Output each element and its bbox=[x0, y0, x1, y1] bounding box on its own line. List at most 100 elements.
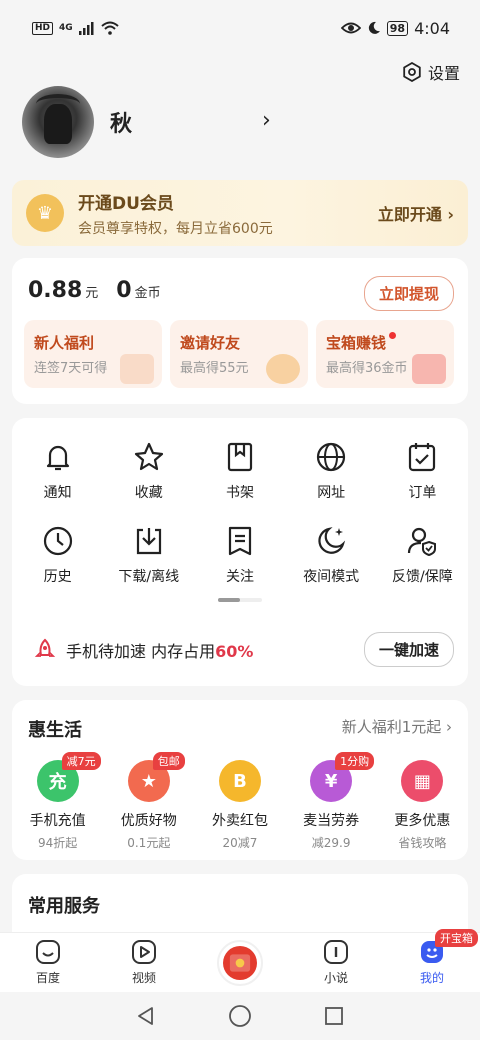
avatar[interactable] bbox=[22, 86, 94, 158]
vip-banner[interactable]: ♛ 开通DU会员 会员尊享特权，每月立省600元 立即开通 › bbox=[12, 180, 468, 246]
memory-usage: 60% bbox=[215, 641, 254, 661]
deal-name: 外卖红包 bbox=[211, 813, 268, 829]
gear-icon bbox=[403, 62, 421, 82]
calendar-icon bbox=[120, 354, 154, 384]
home-icon[interactable] bbox=[228, 1004, 252, 1028]
eye-icon bbox=[340, 22, 361, 34]
deal-takeout-coupon[interactable]: B 外卖红包 20减7 bbox=[196, 760, 284, 851]
moon-status-icon bbox=[368, 21, 380, 34]
status-bar: HD 4G 98 4:04 bbox=[0, 0, 480, 56]
tab-label: 百度 bbox=[35, 971, 60, 985]
feature-label: 收藏 bbox=[134, 485, 163, 501]
grid-apps-icon: ▦ bbox=[401, 760, 444, 802]
deal-desc: 20减7 bbox=[222, 836, 258, 850]
feature-favorites[interactable]: 收藏 bbox=[103, 440, 194, 502]
feature-night-mode[interactable]: 夜间模式 bbox=[286, 524, 377, 586]
wifi-icon bbox=[101, 21, 119, 35]
feature-downloads[interactable]: 下载/离线 bbox=[103, 524, 194, 586]
tile-treasure-box[interactable]: 宝箱赚钱 最高得36金币 bbox=[316, 320, 454, 388]
feature-bookshelf[interactable]: 书架 bbox=[194, 440, 285, 502]
bell-icon bbox=[46, 445, 69, 471]
boost-button[interactable]: 一键加速 bbox=[363, 632, 454, 667]
gold-unit: 金币 bbox=[134, 286, 161, 301]
feature-notifications[interactable]: 通知 bbox=[12, 440, 103, 502]
feature-urls[interactable]: 网址 bbox=[286, 440, 377, 502]
system-nav-bar bbox=[0, 992, 480, 1040]
clock: 4:04 bbox=[414, 18, 450, 38]
deal-desc: 0.1元起 bbox=[127, 836, 171, 850]
deal-desc: 94折起 bbox=[37, 836, 78, 850]
settings-label: 设置 bbox=[427, 64, 460, 83]
deal-desc: 省钱攻略 bbox=[398, 836, 447, 850]
bottom-tab-bar: 百度 视频 小说 我的 开宝箱 bbox=[0, 929, 480, 992]
chevron-right-icon[interactable]: › bbox=[262, 108, 271, 133]
document-list-icon bbox=[228, 526, 252, 556]
boost-message: 手机待加速 内存占用 bbox=[66, 641, 216, 661]
section-title: 惠生活 bbox=[28, 720, 82, 741]
deal-name: 更多优惠 bbox=[394, 813, 451, 829]
deal-more-offers[interactable]: ▦ 更多优惠 省钱攻略 bbox=[378, 760, 466, 851]
cash-unit: 元 bbox=[85, 286, 99, 301]
book-icon bbox=[324, 940, 348, 964]
feature-label: 书架 bbox=[225, 485, 254, 501]
tile-newbie-welfare[interactable]: 新人福利 连签7天可得 bbox=[24, 320, 162, 388]
tile-title: 新人福利 bbox=[34, 334, 95, 352]
feature-label: 夜间模式 bbox=[303, 569, 360, 585]
deal-name: 手机充值 bbox=[29, 813, 86, 829]
gold-balance[interactable]: 0 bbox=[116, 278, 131, 303]
clipboard-check-icon bbox=[409, 443, 436, 472]
tab-mine[interactable]: 我的 开宝箱 bbox=[397, 929, 478, 986]
deal-phone-recharge[interactable]: 充 减7元 手机充值 94折起 bbox=[14, 752, 102, 851]
download-icon bbox=[136, 528, 161, 555]
tile-title: 邀请好友 bbox=[180, 334, 241, 352]
tab-label: 我的 bbox=[419, 971, 444, 985]
page-indicator bbox=[218, 598, 262, 602]
tab-label: 小说 bbox=[323, 971, 348, 985]
deal-desc: 减29.9 bbox=[311, 836, 351, 850]
back-icon[interactable] bbox=[135, 1005, 157, 1027]
life-deals-card: 惠生活 新人福利1元起 › 充 减7元 手机充值 94折起 ★ 包邮 优质好物 … bbox=[12, 700, 468, 860]
deal-quality-goods[interactable]: ★ 包邮 优质好物 0.1元起 bbox=[105, 752, 193, 851]
tile-invite-friends[interactable]: 邀请好友 最高得55元 bbox=[170, 320, 308, 388]
signal-icon bbox=[78, 22, 94, 35]
features-card: 通知 收藏 书架 网址 订单 历史 下载/离线 关注 夜间模式 反馈/保障 手机… bbox=[12, 418, 468, 686]
boost-row: 手机待加速 内存占用60% 一键加速 bbox=[12, 632, 468, 667]
feature-history[interactable]: 历史 bbox=[12, 524, 103, 586]
takeout-icon: B bbox=[218, 760, 261, 802]
hd-indicator: HD bbox=[32, 21, 54, 35]
tab-video[interactable]: 视频 bbox=[109, 939, 179, 986]
tab-novel[interactable]: 小说 bbox=[301, 939, 371, 986]
tab-red-packet[interactable] bbox=[205, 939, 275, 986]
newbie-deals-link[interactable]: 新人福利1元起 › bbox=[342, 716, 452, 742]
tab-baidu[interactable]: 百度 bbox=[13, 939, 83, 986]
gift-box-icon bbox=[412, 354, 446, 384]
vip-open-button[interactable]: 立即开通 › bbox=[378, 201, 454, 225]
cash-balance[interactable]: 0.88 bbox=[28, 278, 82, 303]
battery-indicator: 98 bbox=[386, 20, 409, 36]
vip-subtitle: 会员尊享特权，每月立省600元 bbox=[78, 220, 273, 237]
notification-dot bbox=[389, 332, 397, 339]
deal-badge: 1分购 bbox=[335, 752, 375, 770]
feature-orders[interactable]: 订单 bbox=[377, 440, 468, 502]
deal-name: 麦当劳券 bbox=[303, 813, 360, 829]
star-icon bbox=[134, 442, 163, 471]
vip-title: 开通DU会员 bbox=[78, 193, 174, 214]
withdraw-button[interactable]: 立即提现 bbox=[363, 276, 454, 311]
user-shield-icon bbox=[408, 527, 437, 557]
recents-icon[interactable] bbox=[323, 1005, 345, 1027]
tab-label: 视频 bbox=[131, 971, 156, 985]
profile-header[interactable]: 秋 bbox=[22, 86, 132, 158]
crown-icon: ♛ bbox=[26, 194, 64, 232]
feature-label: 网址 bbox=[317, 485, 346, 501]
play-icon bbox=[132, 940, 156, 964]
feature-following[interactable]: 关注 bbox=[194, 524, 285, 586]
feature-label: 历史 bbox=[43, 569, 72, 585]
open-treasure-badge: 开宝箱 bbox=[435, 929, 478, 947]
feature-feedback[interactable]: 反馈/保障 bbox=[377, 524, 468, 586]
clock-icon bbox=[43, 526, 72, 556]
settings-button[interactable]: 设置 bbox=[402, 60, 460, 84]
red-envelope-icon bbox=[223, 945, 257, 980]
network-indicator: 4G bbox=[59, 22, 73, 33]
deal-mcdonalds-coupon[interactable]: ¥ 1分购 麦当劳券 减29.9 bbox=[287, 752, 375, 851]
section-title: 常用服务 bbox=[28, 896, 100, 917]
